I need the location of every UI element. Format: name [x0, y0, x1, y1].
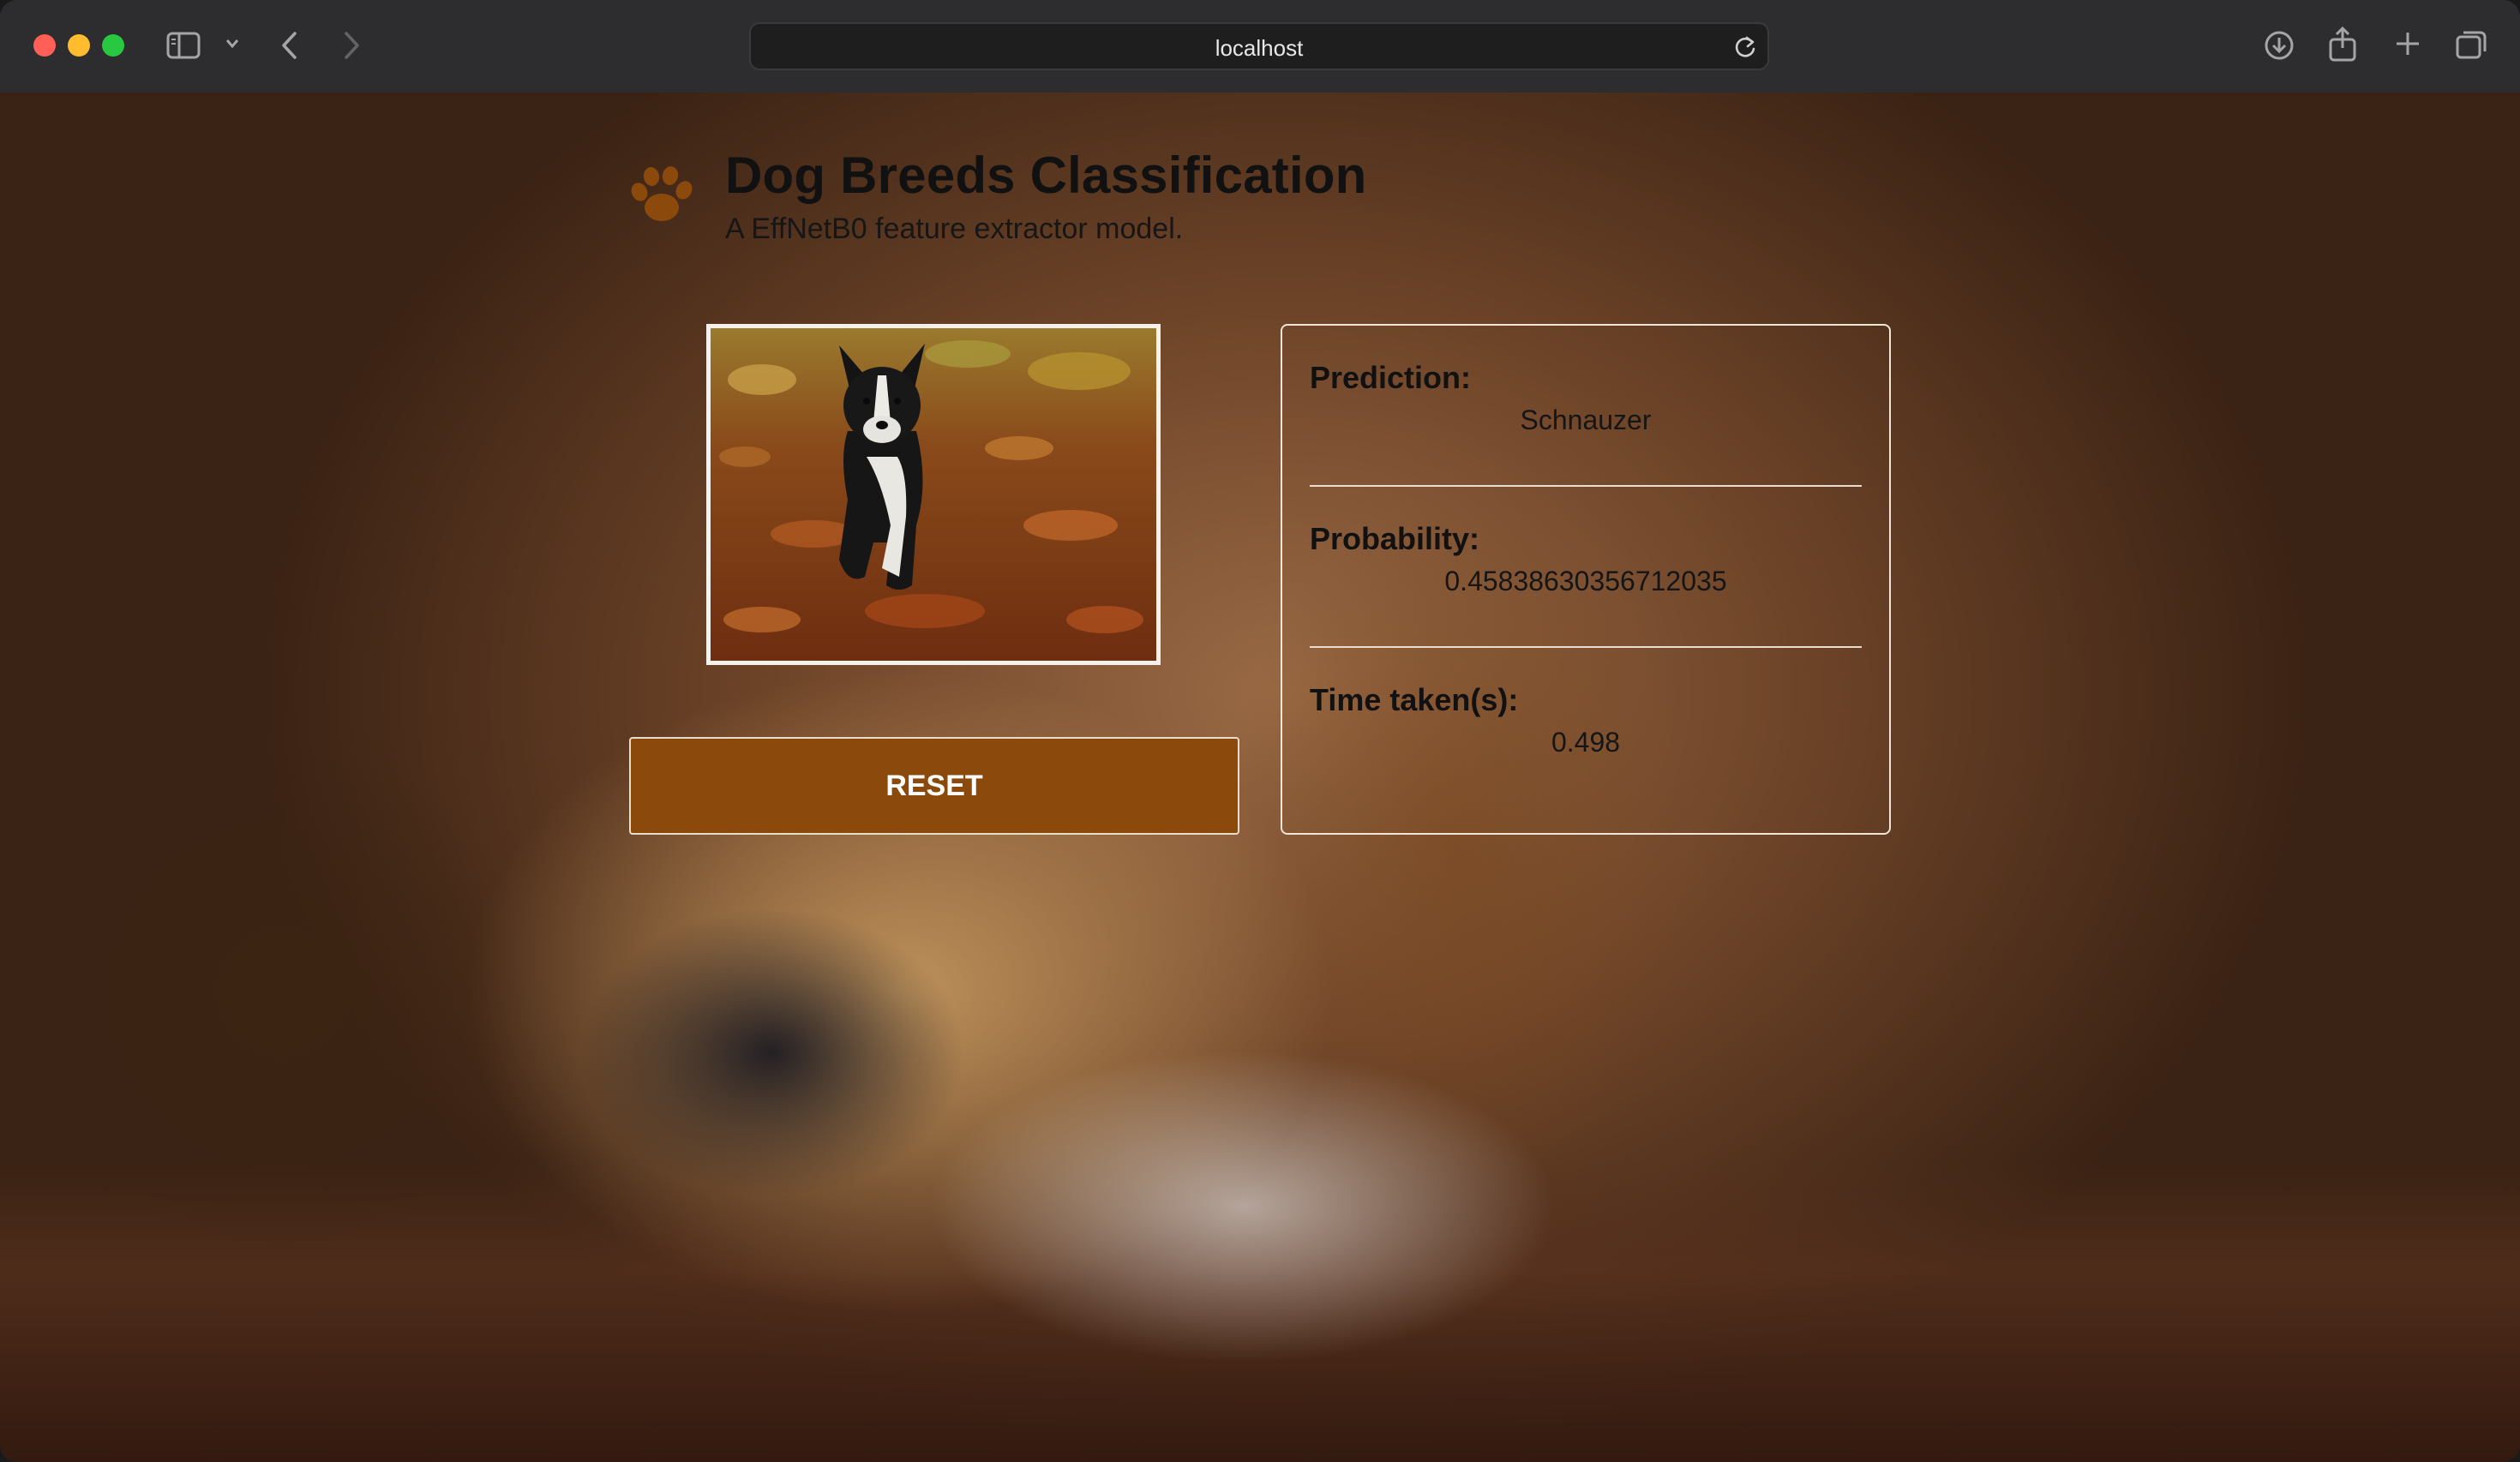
forward-arrow-icon[interactable] — [341, 30, 362, 61]
page-title: Dog Breeds Classification — [725, 147, 1367, 204]
result-divider — [1310, 646, 1862, 648]
time-taken-label: Time taken(s): — [1310, 682, 1519, 717]
address-bar[interactable]: localhost — [749, 22, 1769, 70]
sidebar-icon[interactable] — [166, 31, 201, 60]
zoom-window-button[interactable] — [102, 34, 124, 57]
prediction-label: Prediction: — [1310, 360, 1472, 395]
page-subtitle: A EffNetB0 feature extractor model. — [725, 213, 1184, 245]
probability-label: Probability: — [1310, 521, 1480, 556]
probability-value: 0.45838630356712035 — [1444, 566, 1727, 596]
address-text: localhost — [1215, 35, 1304, 61]
result-divider — [1310, 485, 1862, 487]
result-panel: Prediction: Schnauzer Probability: 0.458… — [1281, 324, 1891, 835]
minimize-window-button[interactable] — [68, 34, 90, 57]
prediction-value: Schnauzer — [1520, 404, 1652, 435]
page-background: Dog Breeds Classification A EffNetB0 fea… — [0, 93, 2520, 1462]
close-window-button[interactable] — [33, 34, 56, 57]
browser-toolbar: localhost — [0, 0, 2520, 94]
reload-icon[interactable] — [1733, 35, 1757, 63]
reset-button[interactable]: RESET — [629, 737, 1239, 835]
time-taken-value: 0.498 — [1551, 727, 1621, 758]
back-arrow-icon[interactable] — [279, 30, 300, 61]
browser-window: localhost Dog Breeds Classification A Ef… — [0, 0, 2520, 1462]
paw-icon — [627, 163, 696, 232]
share-icon[interactable] — [2328, 26, 2357, 62]
chevron-down-icon[interactable] — [225, 38, 240, 50]
tab-overview-icon[interactable] — [2455, 29, 2487, 60]
plus-icon[interactable] — [2393, 29, 2422, 58]
uploaded-dog-image — [706, 324, 1161, 665]
download-icon[interactable] — [2263, 29, 2295, 62]
